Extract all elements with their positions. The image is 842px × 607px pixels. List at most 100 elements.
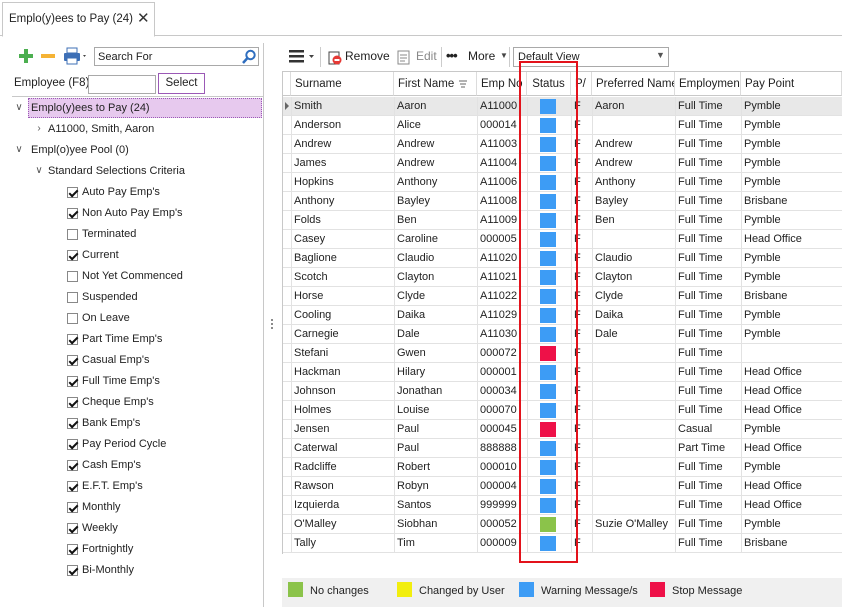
search-input[interactable]: Search For bbox=[94, 47, 259, 66]
criteria-label: Suspended bbox=[82, 291, 138, 303]
cell-paypoint: Pymble bbox=[744, 214, 781, 226]
tree-node-employee[interactable]: A11000, Smith, Aaron bbox=[48, 119, 154, 139]
criteria-checkbox[interactable] bbox=[67, 502, 78, 513]
legend-label: Stop Message bbox=[672, 585, 743, 597]
cell-paypoint: Head Office bbox=[744, 366, 802, 378]
cell-first: Hilary bbox=[397, 366, 426, 378]
toolbar-separator bbox=[509, 47, 510, 67]
column-header-label: Emp No bbox=[481, 78, 523, 90]
cell-paypoint: Head Office bbox=[744, 404, 802, 416]
criteria-checkbox[interactable] bbox=[67, 376, 78, 387]
grid-line bbox=[592, 97, 593, 553]
cell-first: Tim bbox=[397, 537, 415, 549]
cell-first: Aaron bbox=[397, 100, 427, 112]
cell-employment: Part Time bbox=[678, 442, 726, 454]
criteria-label: Bank Emp's bbox=[82, 417, 141, 429]
cell-first: Clayton bbox=[397, 271, 435, 283]
cell-pref bbox=[592, 458, 675, 477]
menu-icon[interactable] bbox=[288, 48, 318, 67]
criteria-checkbox[interactable] bbox=[67, 460, 78, 471]
more-label: More bbox=[468, 49, 496, 63]
cell-surname: Horse bbox=[294, 290, 324, 302]
chevron-down-icon: ▼ bbox=[500, 51, 508, 60]
column-header-first[interactable]: First Name bbox=[394, 72, 477, 96]
tree-node-criteria[interactable]: Standard Selections Criteria bbox=[48, 161, 185, 181]
criteria-label: Bi-Monthly bbox=[82, 564, 134, 576]
cell-first: Andrew bbox=[397, 138, 435, 150]
criteria-checkbox[interactable] bbox=[67, 523, 78, 534]
cell-pref bbox=[592, 420, 675, 439]
criteria-label: E.F.T. Emp's bbox=[82, 480, 143, 492]
cell-paypoint: Pymble bbox=[744, 328, 781, 340]
add-icon[interactable] bbox=[18, 48, 34, 64]
column-header-surname[interactable]: Surname bbox=[291, 72, 394, 96]
criteria-checkbox[interactable] bbox=[67, 250, 78, 261]
divider bbox=[12, 96, 264, 97]
cell-paypoint: Pymble bbox=[744, 423, 781, 435]
cell-paypoint: Pymble bbox=[744, 518, 781, 530]
close-icon[interactable]: ✕ bbox=[137, 11, 150, 26]
criteria-label: Pay Period Cycle bbox=[82, 438, 167, 450]
select-button[interactable]: Select bbox=[158, 73, 205, 94]
cell-pref: Dale bbox=[595, 328, 618, 340]
cell-pref bbox=[592, 496, 675, 515]
cell-pref: Clayton bbox=[595, 271, 633, 283]
cell-paypoint: Head Office bbox=[744, 385, 802, 397]
sort-icon bbox=[458, 72, 468, 95]
cell-employment: Full Time bbox=[678, 214, 723, 226]
criteria-checkbox[interactable] bbox=[67, 418, 78, 429]
tab-employees-to-pay[interactable]: Emplo(y)ees to Pay (24) ✕ bbox=[2, 2, 155, 37]
criteria-checkbox[interactable] bbox=[67, 481, 78, 492]
legend-swatch-stop bbox=[650, 582, 665, 597]
criteria-checkbox[interactable] bbox=[67, 271, 78, 282]
cell-employment: Full Time bbox=[678, 518, 723, 530]
print-icon[interactable] bbox=[63, 47, 89, 65]
cell-pref bbox=[592, 534, 675, 553]
cell-surname: Scotch bbox=[294, 271, 328, 283]
cell-first: Caroline bbox=[397, 233, 438, 245]
chevron-down-icon: ▼ bbox=[656, 50, 665, 60]
cell-pref: Andrew bbox=[595, 138, 633, 150]
remove-icon[interactable] bbox=[40, 48, 56, 64]
criteria-checkbox[interactable] bbox=[67, 565, 78, 576]
criteria-checkbox[interactable] bbox=[67, 397, 78, 408]
cell-first: Louise bbox=[397, 404, 430, 416]
cell-employment: Full Time bbox=[678, 366, 723, 378]
search-icon[interactable] bbox=[241, 49, 257, 65]
cell-surname: Izquierda bbox=[294, 499, 340, 511]
cell-pref: Daika bbox=[595, 309, 624, 321]
cell-paypoint: Pymble bbox=[744, 119, 781, 131]
criteria-checkbox[interactable] bbox=[67, 229, 78, 240]
criteria-checkbox[interactable] bbox=[67, 544, 78, 555]
tab-label: Emplo(y)ees to Pay (24) bbox=[9, 13, 133, 25]
tree-node-employee-pool[interactable]: Empl(o)yee Pool (0) bbox=[31, 140, 129, 160]
cell-employment: Full Time bbox=[678, 195, 723, 207]
criteria-checkbox[interactable] bbox=[67, 292, 78, 303]
cell-surname: Caterwal bbox=[294, 442, 338, 454]
criteria-checkbox[interactable] bbox=[67, 355, 78, 366]
cell-paypoint: Pymble bbox=[744, 157, 781, 169]
column-header-employment[interactable]: Employmen bbox=[675, 72, 741, 96]
cell-employment: Full Time bbox=[678, 252, 723, 264]
cell-pref: Bayley bbox=[595, 195, 629, 207]
cell-first: Dale bbox=[397, 328, 420, 340]
legend-swatch-ok bbox=[288, 582, 303, 597]
criteria-checkbox[interactable] bbox=[67, 208, 78, 219]
cell-paypoint: Pymble bbox=[744, 461, 781, 473]
cell-pref: Clyde bbox=[595, 290, 624, 302]
criteria-checkbox[interactable] bbox=[67, 334, 78, 345]
criteria-checkbox[interactable] bbox=[67, 187, 78, 198]
legend-label: Warning Message/s bbox=[541, 585, 638, 597]
column-header-pref[interactable]: Preferred Name bbox=[592, 72, 675, 96]
employee-field[interactable] bbox=[88, 75, 156, 94]
criteria-label: Casual Emp's bbox=[82, 354, 150, 366]
tree-node-employees-to-pay[interactable]: Emplo(y)ees to Pay (24) bbox=[28, 98, 262, 118]
cell-paypoint: Pymble bbox=[744, 100, 781, 112]
column-header-paypoint[interactable]: Pay Point bbox=[741, 72, 842, 96]
criteria-checkbox[interactable] bbox=[67, 439, 78, 450]
column-header-label: Preferred Name bbox=[596, 78, 675, 90]
cell-employment: Full Time bbox=[678, 499, 723, 511]
cell-surname: Cooling bbox=[294, 309, 332, 321]
splitter-handle[interactable] bbox=[270, 318, 274, 330]
criteria-checkbox[interactable] bbox=[67, 313, 78, 324]
